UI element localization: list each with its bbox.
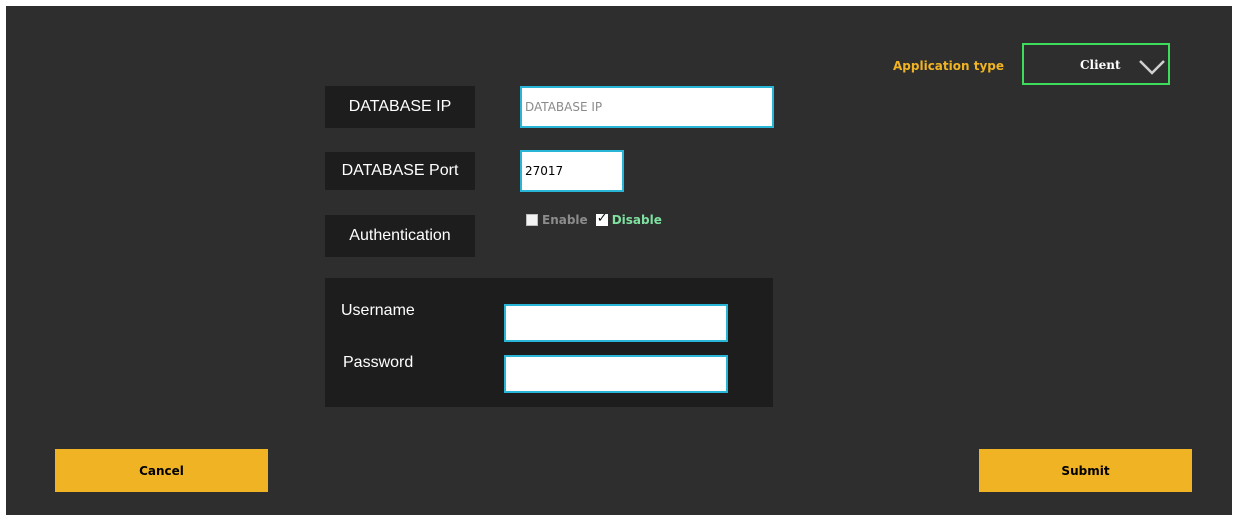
application-type-dropdown[interactable]: Client	[1022, 43, 1170, 85]
authentication-options: Enable ✓ Disable	[526, 211, 662, 227]
database-port-input[interactable]	[520, 150, 624, 192]
enable-label[interactable]: Enable	[542, 213, 588, 227]
password-input[interactable]	[504, 355, 728, 393]
username-label: Username	[341, 302, 415, 319]
enable-checkbox[interactable]	[526, 214, 538, 226]
credentials-panel: Username Password	[325, 278, 773, 407]
database-port-label: DATABASE Port	[325, 152, 475, 190]
application-type-label: Application type	[893, 59, 1005, 73]
disable-checkbox[interactable]: ✓	[595, 211, 608, 226]
checkmark-icon: ✓	[596, 211, 608, 226]
disable-label[interactable]: Disable	[612, 213, 662, 227]
settings-window: DATABASE IP DATABASE Port Authentication…	[6, 6, 1232, 515]
chevron-down-icon	[1139, 60, 1165, 75]
cancel-button[interactable]: Cancel	[55, 449, 268, 492]
database-ip-label: DATABASE IP	[325, 86, 475, 128]
application-type-value: Client	[1080, 58, 1121, 72]
username-input[interactable]	[504, 304, 728, 342]
password-label: Password	[343, 354, 414, 371]
authentication-label: Authentication	[325, 215, 475, 257]
database-ip-input[interactable]	[520, 86, 774, 128]
submit-button[interactable]: Submit	[979, 449, 1192, 492]
